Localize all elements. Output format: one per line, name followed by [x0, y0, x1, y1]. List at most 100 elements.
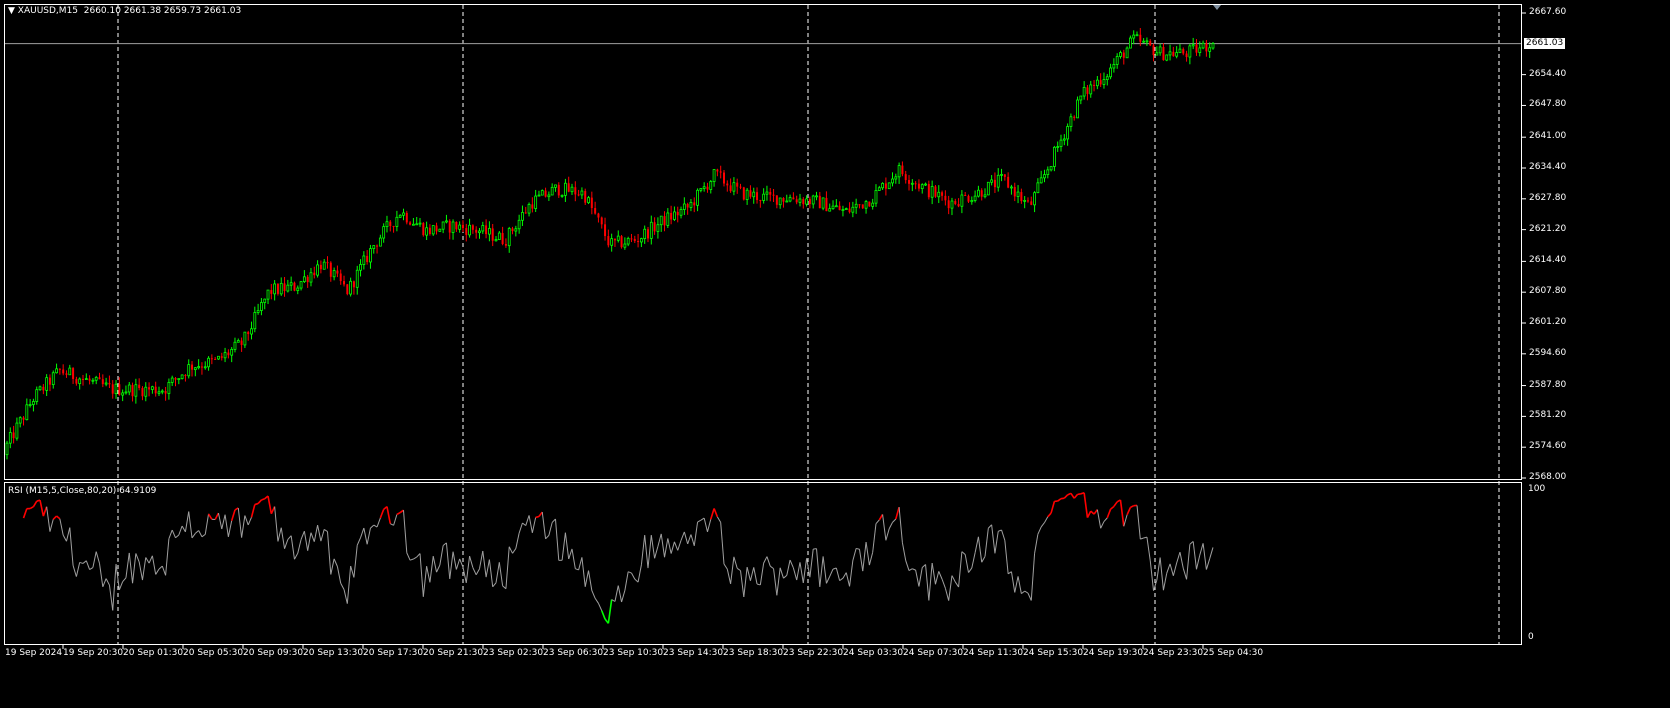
- rsi-line-segment: [868, 552, 874, 566]
- candle-body: [537, 194, 541, 197]
- candle-body: [1155, 52, 1159, 56]
- rsi-line-segment: [1047, 512, 1052, 518]
- candle-body: [782, 197, 785, 202]
- candle-body: [637, 241, 640, 243]
- candle-body: [626, 238, 630, 245]
- rsi-line-segment: [327, 531, 332, 575]
- candle-body: [808, 198, 811, 204]
- candle-body: [749, 190, 752, 197]
- candle-body: [18, 417, 22, 424]
- candle-body: [35, 389, 39, 402]
- rsi-line-segment: [991, 524, 996, 554]
- candle-body: [798, 198, 802, 203]
- candle-body: [296, 287, 300, 291]
- candle-body: [289, 282, 293, 286]
- rsi-line-segment: [191, 533, 196, 539]
- rsi-line-segment: [948, 575, 953, 601]
- candle-body: [62, 369, 65, 374]
- candle-body: [1030, 201, 1033, 205]
- candle-body: [1201, 42, 1205, 49]
- candle-body: [150, 386, 154, 390]
- rsi-line-segment: [756, 583, 761, 586]
- rsi-line-segment: [892, 518, 897, 523]
- rsi-line-segment: [333, 558, 338, 567]
- rsi-line-segment: [640, 535, 646, 565]
- rsi-line-segment: [1001, 529, 1006, 541]
- rsi-line-segment: [1149, 560, 1155, 591]
- rsi-max-label: 100: [1528, 484, 1546, 494]
- candle-body: [501, 233, 504, 245]
- rsi-line-segment: [779, 567, 784, 579]
- candle-body: [1059, 139, 1063, 147]
- rsi-line-segment: [1044, 516, 1049, 523]
- candle-body: [91, 379, 95, 382]
- candle-body: [395, 216, 399, 227]
- candle-body: [332, 270, 336, 278]
- rsi-line-segment: [429, 556, 434, 583]
- candle-body: [1145, 40, 1149, 43]
- candle-body: [346, 284, 349, 295]
- candle-body: [471, 225, 474, 230]
- rsi-line-segment: [766, 556, 771, 567]
- rsi-line-segment: [1119, 499, 1125, 527]
- rsi-line-segment: [600, 610, 606, 620]
- candle-body: [193, 367, 197, 371]
- rsi-line-segment: [968, 567, 973, 573]
- rsi-line-segment: [720, 522, 725, 565]
- candle-body: [478, 230, 481, 234]
- triangle-down-icon[interactable]: ▼: [8, 6, 15, 16]
- candle-body: [871, 202, 875, 207]
- candle-body: [134, 384, 138, 397]
- rsi-line-segment: [852, 548, 857, 561]
- rsi-line-segment: [1070, 492, 1075, 499]
- rsi-line-segment: [426, 566, 431, 583]
- rsi-line-segment: [1086, 510, 1092, 519]
- rsi-line-segment: [525, 515, 530, 526]
- rsi-line-segment: [227, 520, 233, 537]
- rsi-line-segment: [644, 535, 649, 569]
- rsi-line-segment: [274, 506, 279, 542]
- candle-body: [88, 378, 91, 381]
- chart-canvas[interactable]: [0, 0, 1670, 708]
- candle-body: [1039, 177, 1043, 184]
- candle-body: [1020, 192, 1023, 202]
- rsi-line-segment: [845, 572, 851, 587]
- rsi-line-segment: [409, 558, 414, 561]
- rsi-line-segment: [769, 565, 774, 570]
- candle-body: [563, 182, 567, 196]
- rsi-line-segment: [802, 558, 808, 583]
- candle-body: [131, 385, 134, 397]
- candle-body: [1069, 116, 1073, 127]
- rsi-line-segment: [165, 538, 170, 576]
- candle-body: [425, 227, 429, 236]
- ohlc-values: 2660.10 2661.38 2659.73 2661.03: [83, 6, 242, 16]
- rsi-line-segment: [912, 568, 916, 571]
- rsi-line-segment: [753, 567, 758, 585]
- candle-body: [584, 191, 587, 203]
- candle-body: [1089, 84, 1093, 95]
- candle-body: [1185, 53, 1188, 58]
- candle-body: [1062, 138, 1066, 141]
- candle-body: [1073, 116, 1076, 118]
- candle-body: [702, 186, 706, 189]
- rsi-line-segment: [740, 570, 745, 598]
- candle-body: [1093, 84, 1096, 86]
- rsi-line-segment: [181, 525, 186, 533]
- candle-body: [663, 216, 666, 226]
- rsi-line-segment: [835, 567, 841, 581]
- rsi-line-segment: [102, 578, 107, 587]
- candle-body: [917, 183, 920, 189]
- candle-body: [118, 384, 121, 396]
- rsi-line-segment: [277, 527, 282, 542]
- rsi-line-segment: [571, 548, 576, 569]
- rsi-line-segment: [647, 535, 652, 569]
- candle-body: [378, 237, 382, 247]
- candle-body: [1119, 52, 1122, 57]
- rsi-line-segment: [373, 524, 378, 528]
- candle-body: [1010, 186, 1013, 189]
- candle-body: [901, 165, 904, 175]
- rsi-line-segment: [538, 511, 543, 517]
- candle-body: [422, 223, 425, 236]
- rsi-line-segment: [783, 574, 788, 579]
- rsi-line-segment: [528, 515, 533, 533]
